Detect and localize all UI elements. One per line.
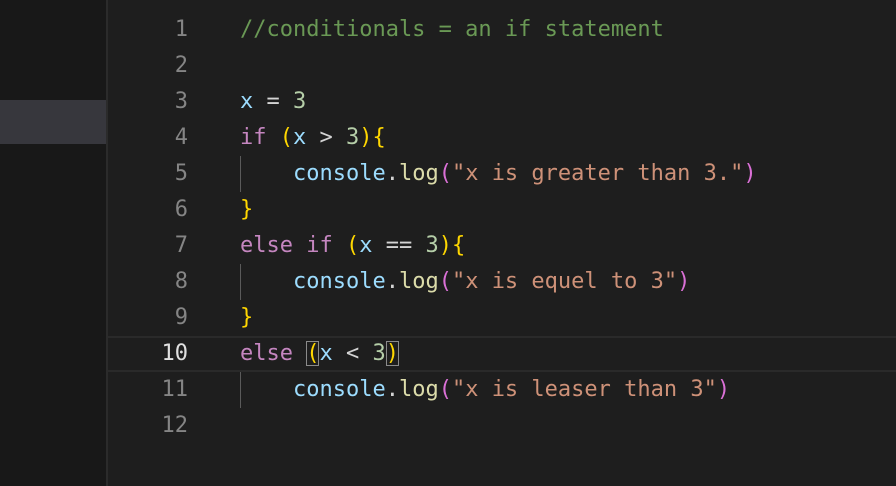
code-text: console.log("x is greater than 3.") xyxy=(240,156,757,192)
code-token: ) xyxy=(385,341,399,366)
editor-line[interactable]: 1 //conditionals = an if statement xyxy=(108,12,896,48)
line-number: 1 xyxy=(174,17,188,42)
line-number: 2 xyxy=(174,53,188,78)
line-number: 7 xyxy=(174,233,188,258)
code-editor[interactable]: 1//conditionals = an if statement 2 3 x = 3… xyxy=(108,0,896,486)
code-token: console xyxy=(292,377,386,402)
code-token: console xyxy=(292,269,386,294)
editor-line[interactable]: 4 if (x > 3){ xyxy=(108,120,896,156)
code-token: else xyxy=(240,341,293,366)
code-token: "x is equel to 3" xyxy=(451,269,678,294)
code-token: x xyxy=(293,125,307,150)
code-text: if (x > 3){ xyxy=(240,120,386,156)
code-token: 3 xyxy=(346,125,360,150)
code-token: . xyxy=(385,161,399,186)
editor-line[interactable]: 12 xyxy=(108,408,896,444)
code-token: console xyxy=(292,161,386,186)
code-token: { xyxy=(451,233,466,258)
code-token: < xyxy=(332,341,373,366)
line-number: 8 xyxy=(174,269,188,294)
code-token: x xyxy=(359,233,373,258)
code-token: //conditionals = an if statement xyxy=(240,17,664,42)
code-token: log xyxy=(398,269,439,294)
editor-line[interactable]: 5 console.log("x is greater than 3.") xyxy=(108,156,896,192)
sidebar-selected-item[interactable] xyxy=(0,100,106,144)
editor-line[interactable]: 2 xyxy=(108,48,896,84)
code-token: ( xyxy=(438,377,452,402)
editor-line-current[interactable]: 10 else (x < 3) xyxy=(108,336,896,372)
line-number: 11 xyxy=(161,377,189,402)
code-token: } xyxy=(240,305,254,330)
code-token: ( xyxy=(306,341,320,366)
code-token: 3 xyxy=(293,89,307,114)
code-text: } xyxy=(240,300,253,336)
line-number: 3 xyxy=(174,89,188,114)
code-token: ( xyxy=(438,269,452,294)
editor-line[interactable]: 7 else if (x == 3){ xyxy=(108,228,896,264)
code-token: ( xyxy=(438,161,452,186)
code-token: . xyxy=(385,269,399,294)
code-token: > xyxy=(306,125,346,150)
code-token: if xyxy=(240,125,267,150)
editor-line[interactable]: 9} xyxy=(108,300,896,336)
code-token: x xyxy=(319,341,333,366)
code-token: log xyxy=(398,377,439,402)
code-token: == xyxy=(372,233,426,258)
code-token: ) xyxy=(677,269,691,294)
editor-line[interactable]: 3x = 3 xyxy=(108,84,896,120)
code-token: = xyxy=(253,89,293,114)
editor-line[interactable]: 11 console.log("x is leaser than 3") xyxy=(108,372,896,408)
line-number: 10 xyxy=(161,341,189,366)
code-token: ( xyxy=(279,125,293,150)
code-token: "x is greater than 3." xyxy=(451,161,744,186)
code-token: ) xyxy=(743,161,757,186)
line-number: 5 xyxy=(174,161,188,186)
code-token: ) xyxy=(438,233,452,258)
line-number: 9 xyxy=(174,305,188,330)
code-token: ( xyxy=(345,233,360,258)
line-number: 4 xyxy=(174,125,188,150)
editor-line[interactable]: 8 console.log("x is equel to 3") xyxy=(108,264,896,300)
code-token: . xyxy=(385,377,399,402)
code-token: log xyxy=(398,161,439,186)
code-token: { xyxy=(372,125,386,150)
line-number: 12 xyxy=(161,413,189,438)
code-token: ) xyxy=(716,377,731,402)
code-text: else if (x == 3){ xyxy=(240,228,465,264)
code-text: x = 3 xyxy=(240,84,306,120)
code-text: //conditionals = an if statement xyxy=(240,12,664,48)
code-token: x xyxy=(240,89,254,114)
explorer-sidebar xyxy=(0,0,106,486)
code-token: } xyxy=(240,197,254,222)
code-token: 3 xyxy=(372,341,386,366)
code-token: else xyxy=(240,233,293,258)
code-text: else (x < 3) xyxy=(240,338,399,370)
code-text: } xyxy=(240,192,253,228)
code-token: ) xyxy=(359,125,373,150)
line-number: 6 xyxy=(174,197,188,222)
code-token: "x is leaser than 3" xyxy=(451,377,717,402)
code-text: console.log("x is equel to 3") xyxy=(240,264,690,300)
code-token: 3 xyxy=(425,233,439,258)
code-text: console.log("x is leaser than 3") xyxy=(240,372,730,408)
editor-line[interactable]: 6} xyxy=(108,192,896,228)
code-token: if xyxy=(306,233,333,258)
